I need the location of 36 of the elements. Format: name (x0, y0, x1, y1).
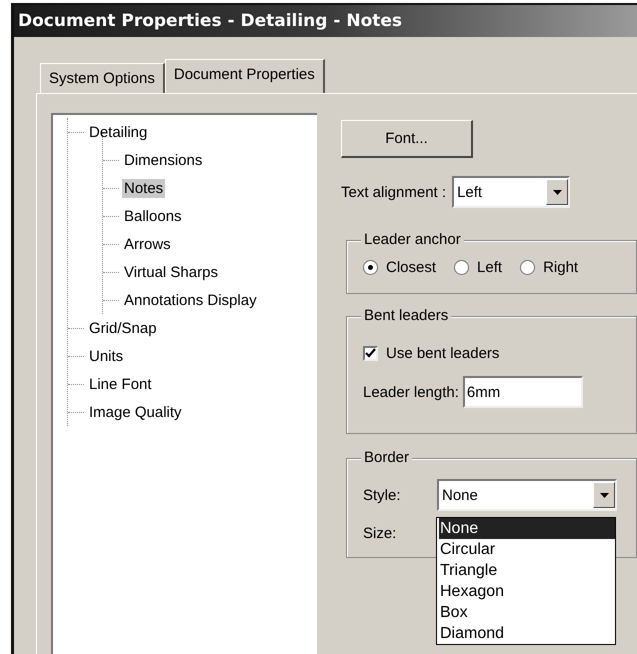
tree-item[interactable]: Line Font (87, 374, 154, 394)
field-label: Style: (363, 486, 402, 504)
radio-label: Closest (386, 259, 436, 276)
radio-button[interactable] (363, 260, 378, 275)
dropdown-option[interactable]: None (439, 518, 615, 539)
dropdown-option[interactable]: Hexagon (439, 581, 615, 602)
radio-label: Right (543, 259, 578, 276)
dropdown-option[interactable]: Box (439, 602, 615, 623)
alignment-dropdown[interactable]: Left (452, 176, 570, 208)
radio-button[interactable] (520, 260, 536, 275)
radio-label: Left (477, 259, 502, 276)
radio-button[interactable] (454, 260, 470, 275)
tree-item[interactable]: Detailing (87, 122, 150, 142)
tree-item[interactable]: Arrows (122, 234, 173, 254)
tree-item[interactable]: Virtual Sharps (122, 262, 220, 282)
dropdown-option[interactable]: Diamond (439, 623, 615, 644)
tree-item[interactable]: Annotations Display (122, 290, 259, 310)
tree-item[interactable]: Units (87, 346, 126, 366)
checkbox[interactable] (363, 346, 378, 361)
field-label: Text alignment : (341, 184, 446, 200)
window-title: Document Properties - Detailing - Notes (18, 11, 402, 31)
tree-item[interactable]: Notes (122, 178, 166, 198)
leader-length-field[interactable]: 6mm (462, 376, 583, 408)
dropdown-option[interactable]: Triangle (439, 560, 615, 581)
tab[interactable]: Document Properties (164, 59, 325, 93)
tab[interactable]: System Options (40, 63, 165, 93)
tree-item[interactable]: Image Quality (87, 402, 184, 422)
field-label: Leader length: (363, 384, 459, 400)
dropdown-option[interactable]: Circular (439, 539, 615, 560)
font-button[interactable]: Font... (341, 120, 473, 158)
field-label: Size: (363, 524, 398, 542)
tree-item[interactable]: Grid/Snap (87, 318, 159, 338)
checkbox-label: Use bent leaders (386, 345, 500, 362)
tree-item[interactable]: Balloons (122, 206, 184, 226)
tree-item[interactable]: Dimensions (122, 150, 204, 170)
style-dropdown[interactable]: None (437, 479, 617, 511)
